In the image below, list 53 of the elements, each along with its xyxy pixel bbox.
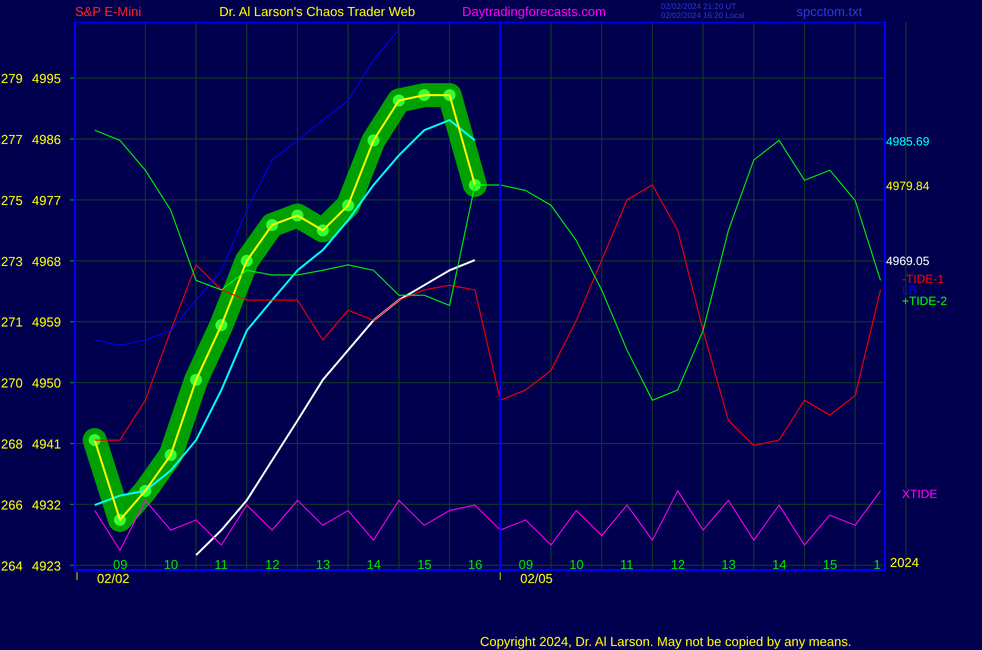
symbol-label: S&P E-Mini	[75, 4, 142, 18]
date-label: 02/05	[520, 571, 553, 586]
website-text: Daytradingforecasts.com	[462, 4, 606, 18]
date-label: 02/02	[97, 571, 130, 586]
x-axis-label: 10	[164, 557, 178, 572]
y-axis-label: 268	[1, 436, 23, 452]
x-axis-label: 12	[265, 557, 280, 572]
copyright-text: Copyright 2024, Dr. Al Larson. May not be copied by any means.	[480, 634, 852, 649]
y-axis-label: 4941	[32, 436, 61, 452]
filename-label: spcctom.txt	[796, 4, 862, 18]
x-axis-label: 10	[569, 557, 584, 572]
x-axis-label: 09	[518, 557, 534, 572]
value-label: 4979.84	[886, 179, 930, 194]
y-axis-label: 264	[1, 558, 23, 574]
x-axis-label: 14	[366, 557, 381, 572]
y-axis-label: 4923	[32, 558, 61, 574]
y-axis-label: 4995	[32, 71, 61, 86]
legend-label: LB	[902, 283, 917, 297]
value-label: 4969.05	[886, 254, 930, 268]
y-axis-label: 4950	[32, 376, 61, 391]
y-axis-label: 4986	[32, 132, 61, 148]
y-axis-label: 273	[1, 254, 23, 269]
x-axis-label: 11	[620, 557, 634, 572]
timestamp-text: 02/02/2024 16:20 Local	[660, 11, 745, 20]
x-axis-label: 15	[822, 557, 838, 572]
y-axis-label: 270	[1, 376, 23, 391]
y-axis-label: 266	[1, 497, 23, 512]
y-axis-label: 271	[1, 314, 23, 330]
y-axis-label: 4977	[32, 192, 61, 208]
y-axis-label: 4968	[32, 254, 61, 269]
x-axis-label: 12	[670, 557, 686, 572]
legend-label: +TIDE-2	[902, 294, 948, 308]
legend-label: -TIDE-1	[902, 272, 944, 286]
x-axis-label: 15	[417, 557, 432, 572]
date-tick	[76, 572, 78, 580]
x-axis-label: 13	[316, 557, 330, 572]
y-axis-label: 4959	[32, 314, 61, 330]
y-axis-label: 275	[1, 192, 23, 208]
x-axis-label: 14	[772, 557, 787, 572]
x-axis-label: 11	[214, 557, 228, 572]
y-axis-label: 4932	[32, 497, 61, 512]
timestamp-text: 02/02/2024 21:20 UT	[660, 2, 738, 11]
legend-label: XTIDE	[902, 487, 938, 501]
date-tick	[500, 572, 501, 580]
value-label: 4985.69	[886, 134, 930, 148]
x-axis-label: 16	[468, 557, 482, 572]
x-axis-label: 13	[721, 557, 736, 572]
x-axis-label: 1	[874, 557, 881, 572]
x-axis-label: 09	[113, 557, 128, 572]
site-title: Dr. Al Larson's Chaos Trader Web	[219, 4, 416, 18]
y-axis-label: 277	[1, 132, 23, 148]
year-label: 2024	[890, 555, 919, 570]
y-axis-label: 279	[1, 71, 23, 86]
